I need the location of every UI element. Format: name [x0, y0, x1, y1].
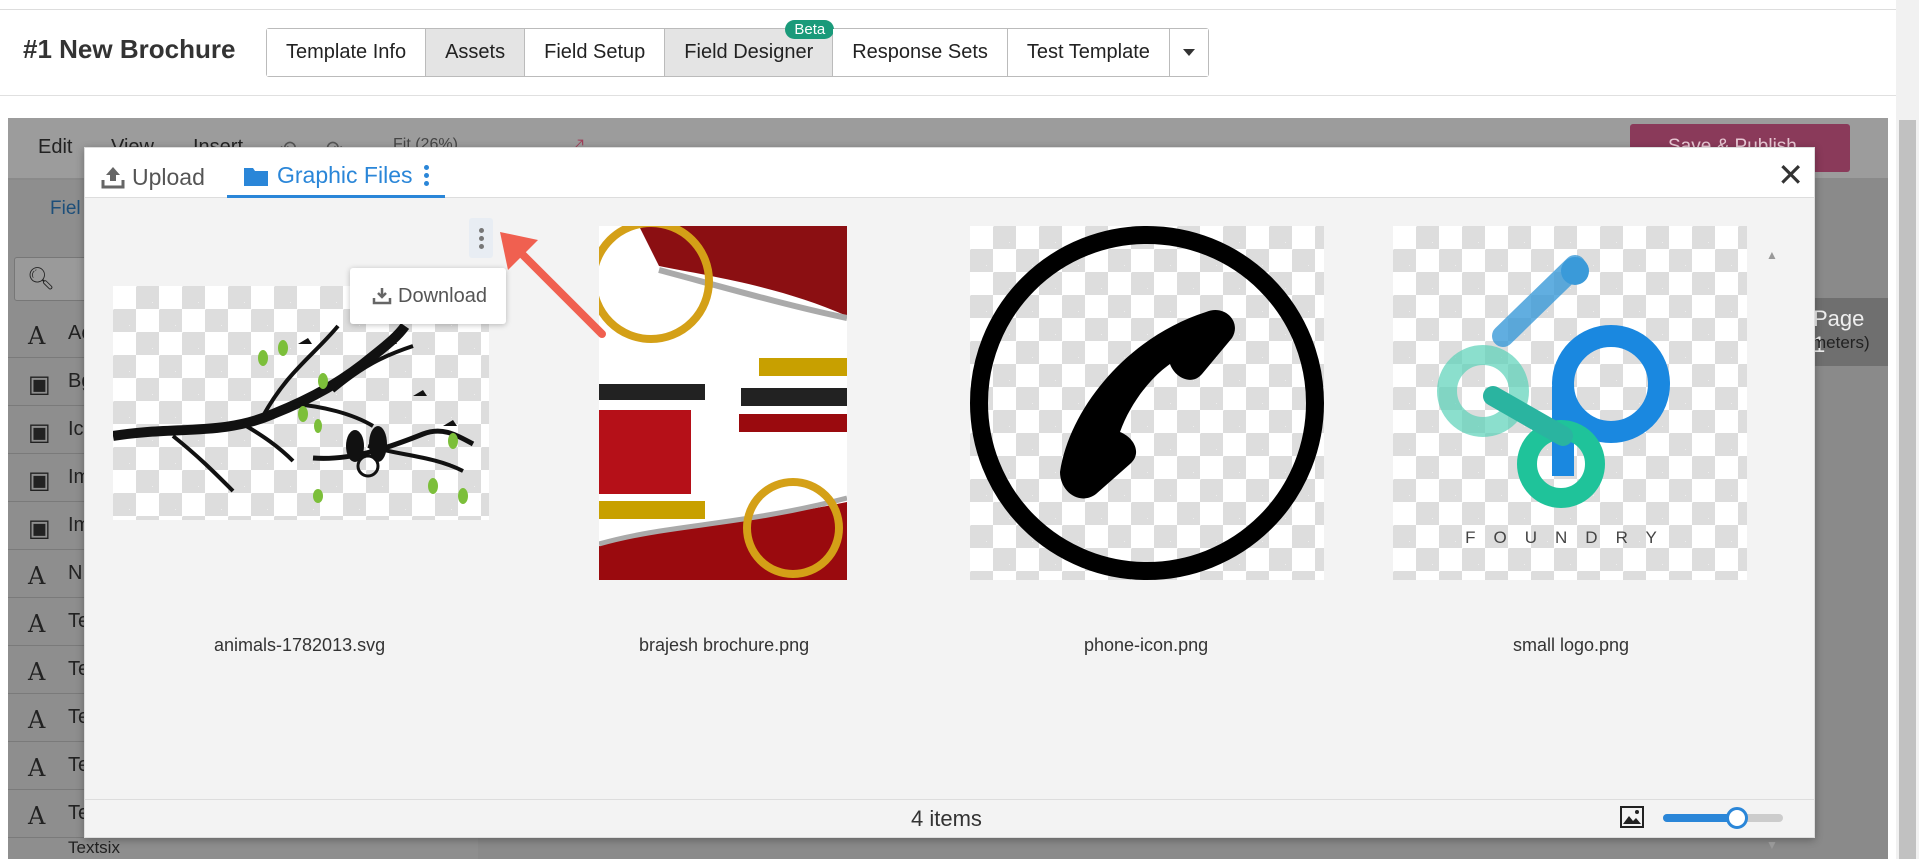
search-icon: 🔍︎: [27, 266, 55, 291]
asset-picker-modal: Upload Graphic Files ✕ animals-1782013.s…: [84, 147, 1815, 852]
tab-label: Test Template: [1026, 41, 1150, 63]
download-menu-item[interactable]: Download: [398, 285, 487, 308]
image-field-icon: ▣: [28, 418, 51, 446]
fields-tab[interactable]: Fiel: [50, 198, 81, 220]
file-name: brajesh brochure.png: [639, 635, 810, 655]
field-list-label: N: [68, 562, 83, 584]
caret-down-icon: [1182, 48, 1195, 56]
tab-graphic-files-label: Graphic Files: [277, 162, 413, 188]
upload-icon: [101, 167, 125, 189]
phone-icon-image: [970, 226, 1324, 580]
file-name: small logo.png: [1513, 635, 1630, 655]
download-icon: [372, 288, 392, 305]
foundry-logo-image: [1437, 255, 1670, 508]
text-field-icon: A: [28, 754, 46, 782]
image-field-icon: ▣: [28, 370, 51, 398]
menu-edit[interactable]: Edit: [38, 136, 72, 159]
item-count: 4 items: [911, 806, 982, 831]
page-label: Page 1: [1803, 298, 1888, 366]
text-field-icon: A: [28, 322, 46, 350]
tab-template-info[interactable]: Template Info: [267, 29, 427, 76]
tab-label: Field Setup: [544, 41, 646, 63]
image-field-icon: ▣: [28, 466, 51, 494]
image-field-icon: ▣: [28, 514, 51, 542]
tab-test-template[interactable]: Test Template: [1007, 29, 1170, 76]
tab-label: Field Designer: [684, 41, 814, 63]
file-name: phone-icon.png: [1084, 635, 1209, 655]
template-tabs: Template Info Assets Field Setup Field D…: [266, 20, 1209, 77]
scroll-down-icon[interactable]: ▼: [1766, 838, 1778, 852]
tab-graphic-files[interactable]: Graphic Files: [227, 156, 446, 198]
text-field-icon: A: [28, 706, 46, 734]
more-tabs-button[interactable]: [1169, 29, 1208, 76]
brochure-image: [599, 226, 847, 580]
file-thumbnail[interactable]: FOUNDRY: [1393, 226, 1747, 580]
units-label: meters): [1812, 333, 1870, 352]
image-size-icon: [1620, 806, 1644, 828]
close-icon[interactable]: ✕: [1777, 156, 1804, 194]
modal-footer: 4 items: [85, 799, 1814, 837]
file-thumbnail[interactable]: [970, 226, 1324, 580]
tab-upload-label: Upload: [132, 163, 205, 190]
folder-icon: [244, 167, 268, 186]
thumbnail-size-slider[interactable]: [1663, 807, 1783, 829]
beta-badge: Beta: [785, 20, 835, 39]
page-scrollbar[interactable]: [1896, 0, 1919, 859]
tab-label: Assets: [445, 41, 506, 63]
text-field-icon: A: [28, 658, 46, 686]
tab-field-designer[interactable]: Field Designer Beta: [665, 20, 835, 76]
text-field-icon: A: [28, 802, 46, 830]
app-header: #1 New Brochure Template Info Assets Fie…: [0, 0, 1896, 96]
file-name: animals-1782013.svg: [214, 635, 386, 655]
field-list-last-item[interactable]: Textsix: [68, 838, 120, 858]
scroll-up-icon[interactable]: ▲: [1766, 248, 1778, 262]
top-divider: [0, 0, 1896, 10]
page-scrollbar-thumb[interactable]: [1899, 120, 1916, 859]
item-options-menu: Download: [350, 268, 506, 324]
text-field-icon: A: [28, 562, 46, 590]
tab-field-setup[interactable]: Field Setup: [525, 29, 666, 76]
tab-response-sets[interactable]: Response Sets: [833, 29, 1008, 76]
tab-label: Response Sets: [852, 41, 988, 63]
file-thumbnail[interactable]: [599, 226, 847, 580]
modal-header: Upload Graphic Files ✕: [85, 148, 1814, 198]
text-field-icon: A: [28, 610, 46, 638]
tab-assets[interactable]: Assets: [426, 29, 526, 76]
more-options-icon[interactable]: [424, 165, 430, 186]
file-grid: animals-1782013.svg brajesh brochure.png…: [85, 198, 1790, 852]
field-list-label: Ic: [68, 418, 84, 440]
document-title: #1 New Brochure: [23, 34, 236, 64]
slider-handle[interactable]: [1726, 807, 1749, 829]
logo-wordmark: FOUNDRY: [1465, 528, 1675, 547]
grid-scrollbar[interactable]: ▲ ▼: [1766, 248, 1778, 852]
tab-upload[interactable]: Upload: [100, 156, 205, 198]
tab-label: Template Info: [286, 41, 407, 63]
annotation-arrow-icon: [500, 232, 606, 338]
